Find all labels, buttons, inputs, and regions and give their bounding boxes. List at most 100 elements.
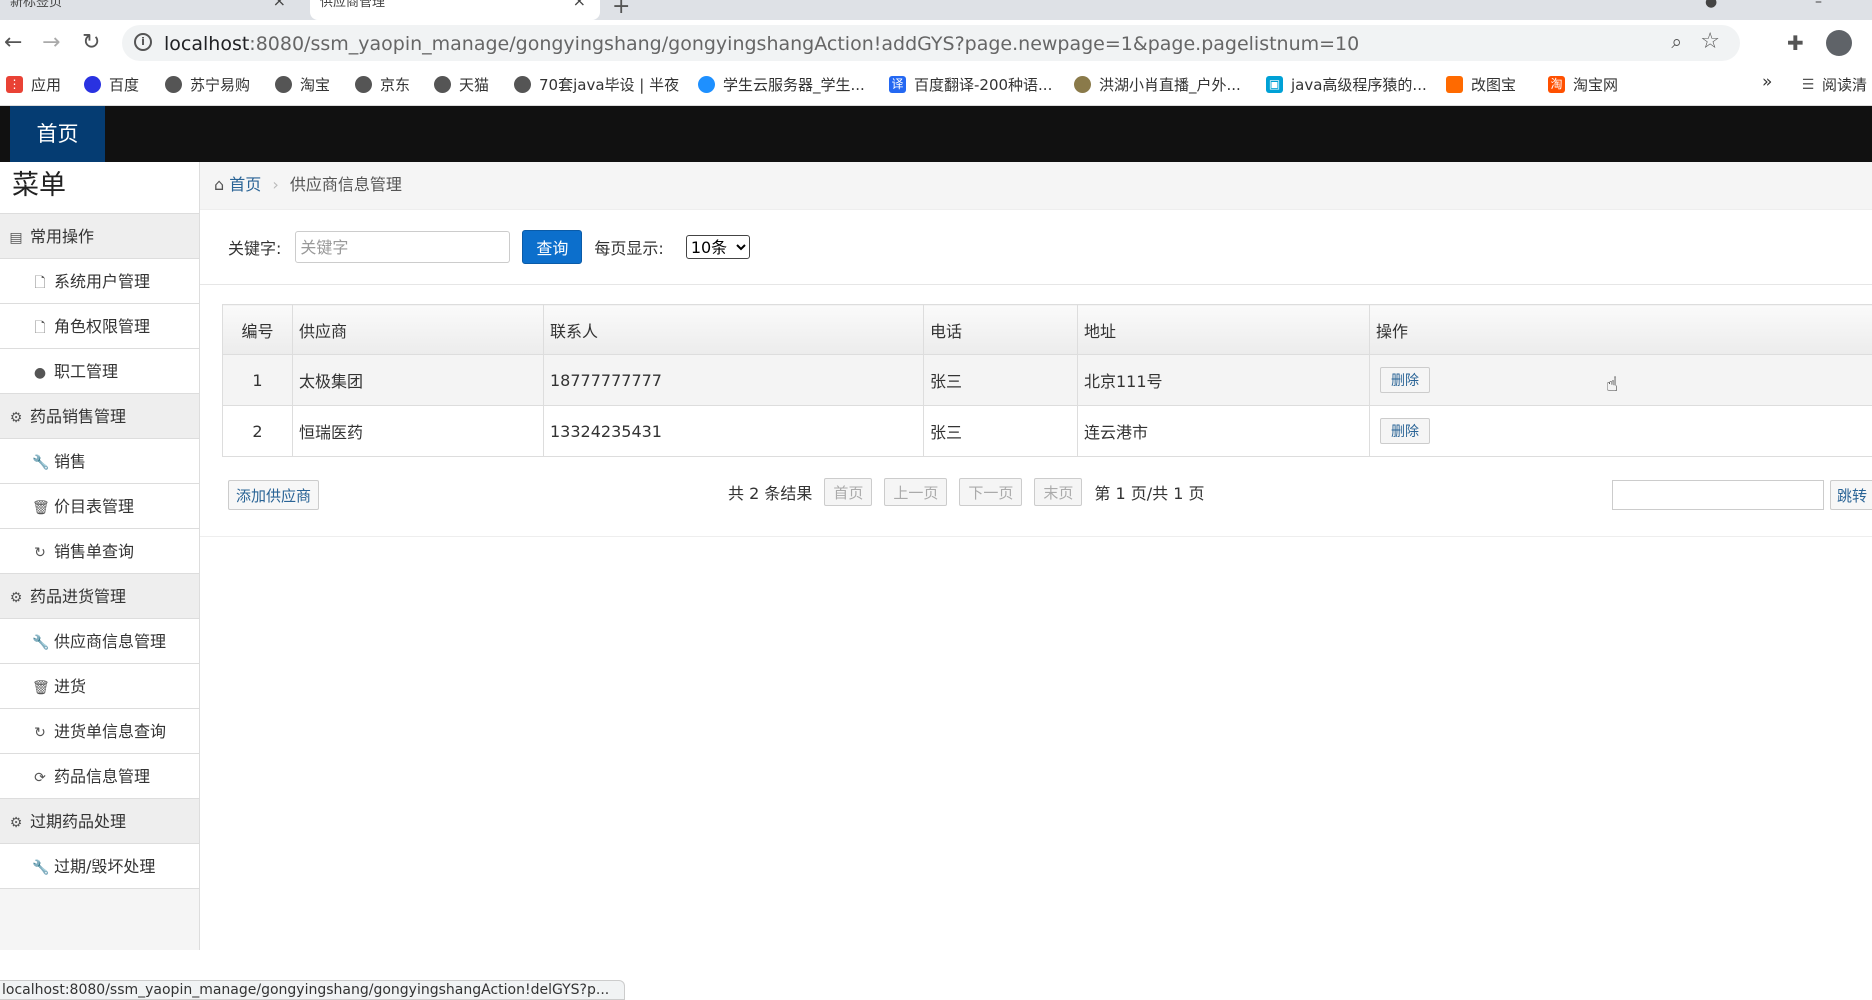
delete-button[interactable]: 删除 xyxy=(1380,367,1430,393)
sidebar-item-supplier-info[interactable]: 🔧 供应商信息管理 xyxy=(0,619,199,664)
browser-toolbar: ← → ↻ i localhost:8080/ssm_yaopin_manage… xyxy=(0,20,1872,66)
nav-home-tab[interactable]: 首页 xyxy=(10,106,105,162)
sidebar-item-system-users[interactable]: 🗋 系统用户管理 xyxy=(0,259,199,304)
back-icon[interactable]: ← xyxy=(4,30,22,55)
col-header-phone: 电话 xyxy=(923,304,1078,355)
address-url[interactable]: localhost:8080/ssm_yaopin_manage/gongyin… xyxy=(164,33,1359,55)
reading-list-icon: ☰ xyxy=(1801,76,1815,93)
sidebar-item-purchase[interactable]: 🗑 进货 xyxy=(0,664,199,709)
profile-avatar[interactable] xyxy=(1826,30,1852,56)
bookmark-baidu[interactable]: 百度 xyxy=(84,74,139,95)
bookmark-taobaowang[interactable]: 淘淘宝网 xyxy=(1548,74,1618,95)
new-tab-icon[interactable]: + xyxy=(612,0,630,19)
browser-tab-bar: 新标签页 × 供应商管理 × + ● – xyxy=(0,0,1872,20)
cell-phone: 张三 xyxy=(923,405,1078,457)
bookmarks-bar: ⋮ 应用 百度 苏宁易购 淘宝 京东 天猫 70套java毕设 | 半夜 学生云服… xyxy=(0,66,1872,106)
bookmark-apps[interactable]: ⋮ 应用 xyxy=(6,74,61,95)
retweet-icon: ⟳ xyxy=(34,770,46,786)
account-icon[interactable]: ● xyxy=(1705,0,1717,10)
close-icon[interactable]: × xyxy=(573,0,586,9)
reading-list[interactable]: ☰ 阅读清 xyxy=(1800,74,1867,95)
col-header-address: 地址 xyxy=(1077,304,1370,355)
file-icon: 🗋 xyxy=(34,275,46,291)
table-row: 2 恒瑞医药 13324235431 张三 连云港市 删除 xyxy=(222,405,1872,457)
wrench-icon: 🔧 xyxy=(32,455,50,471)
per-page-select[interactable]: 10条 xyxy=(685,235,750,259)
list-icon: ▤ xyxy=(9,230,23,246)
bookmarks-more-icon[interactable]: » xyxy=(1762,72,1772,92)
address-bar[interactable]: i localhost:8080/ssm_yaopin_manage/gongy… xyxy=(122,25,1740,61)
sidebar-item-role-permissions[interactable]: 🗋 角色权限管理 xyxy=(0,304,199,349)
info-icon[interactable]: i xyxy=(134,33,152,51)
jump-page-input[interactable] xyxy=(1612,480,1824,510)
next-page-button[interactable]: 下一页 xyxy=(959,478,1023,506)
bookmark-star-icon[interactable]: ☆ xyxy=(1700,29,1720,54)
col-header-actions: 操作 xyxy=(1369,304,1872,355)
delete-button[interactable]: 删除 xyxy=(1380,418,1430,444)
minimize-icon[interactable]: – xyxy=(1815,0,1822,10)
cell-phone: 张三 xyxy=(923,354,1078,406)
col-header-supplier: 供应商 xyxy=(292,304,544,355)
sidebar-group-common[interactable]: ▤ 常用操作 xyxy=(0,214,199,259)
bookmark-java[interactable]: 70套java毕设 | 半夜 xyxy=(514,74,679,95)
sidebar-item-expired-damaged[interactable]: 🔧 过期/毁坏处理 xyxy=(0,844,199,889)
sidebar-item-drug-info[interactable]: ⟳ 药品信息管理 xyxy=(0,754,199,799)
divider xyxy=(200,284,1872,285)
breadcrumb-current: 供应商信息管理 xyxy=(289,175,402,194)
sidebar-item-sale[interactable]: 🔧 销售 xyxy=(0,439,199,484)
sidebar-item-purchase-query[interactable]: ↻ 进货单信息查询 xyxy=(0,709,199,754)
bookmark-tmall[interactable]: 天猫 xyxy=(434,74,489,95)
main-content: ⌂ 首页 › 供应商信息管理 关键字: 查询 每页显示: 10条 编号 供应商 … xyxy=(200,162,1872,950)
jump-button[interactable]: 跳转 xyxy=(1830,480,1872,510)
sidebar-item-price-list[interactable]: 🗑 价目表管理 xyxy=(0,484,199,529)
bookmark-taobao[interactable]: 淘宝 xyxy=(275,74,330,95)
bookmark-cloud[interactable]: 学生云服务器_学生... xyxy=(698,74,865,95)
last-page-button[interactable]: 末页 xyxy=(1034,478,1083,506)
add-supplier-button[interactable]: 添加供应商 xyxy=(228,480,320,510)
sidebar-group-purchase[interactable]: ⚙ 药品进货管理 xyxy=(0,574,199,619)
bookmark-fanyi[interactable]: 译百度翻译-200种语... xyxy=(889,74,1052,95)
pagination: 共 2 条结果 首页 上一页 下一页 末页 第 1 页/共 1 页 xyxy=(728,478,1205,506)
cell-supplier: 恒瑞医药 xyxy=(292,405,544,457)
refresh-icon: ↻ xyxy=(34,725,46,741)
prev-page-button[interactable]: 上一页 xyxy=(884,478,948,506)
sidebar-group-sales[interactable]: ⚙ 药品销售管理 xyxy=(0,394,199,439)
browser-tab-supplier[interactable]: 供应商管理 × xyxy=(310,0,600,20)
sidebar-item-sales-query[interactable]: ↻ 销售单查询 xyxy=(0,529,199,574)
app-header: 首页 xyxy=(0,106,1872,162)
sidebar-item-staff[interactable]: ● 职工管理 xyxy=(0,349,199,394)
bookmark-gaitubao[interactable]: 改图宝 xyxy=(1446,74,1516,95)
wrench-icon: 🔧 xyxy=(32,860,50,876)
reload-icon[interactable]: ↻ xyxy=(82,30,100,55)
tab-title: 新标签页 xyxy=(10,0,63,10)
sidebar-group-expired[interactable]: ⚙ 过期药品处理 xyxy=(0,799,199,844)
trash-icon: 🗑 xyxy=(32,500,50,516)
bookmark-bilibili[interactable]: ▣ java高级程序猿的... xyxy=(1266,74,1427,95)
bookmark-suning[interactable]: 苏宁易购 xyxy=(165,74,250,95)
bookmark-jd[interactable]: 京东 xyxy=(355,74,410,95)
first-page-button[interactable]: 首页 xyxy=(824,478,873,506)
breadcrumb: ⌂ 首页 › 供应商信息管理 xyxy=(200,162,1872,210)
close-icon[interactable]: × xyxy=(273,0,286,9)
breadcrumb-home[interactable]: 首页 xyxy=(229,175,261,194)
table-header-row: 编号 供应商 联系人 电话 地址 操作 xyxy=(222,304,1872,355)
forward-icon[interactable]: → xyxy=(42,30,60,55)
cell-id: 2 xyxy=(222,405,293,457)
wrench-icon: 🔧 xyxy=(32,635,50,651)
bookmark-live[interactable]: 洪湖小肖直播_户外... xyxy=(1074,74,1241,95)
cell-contact: 13324235431 xyxy=(543,405,924,457)
table-row: 1 太极集团 18777777777 张三 北京111号 删除 xyxy=(222,354,1872,406)
col-header-contact: 联系人 xyxy=(543,304,924,355)
browser-tab-new[interactable]: 新标签页 × xyxy=(0,0,300,20)
zoom-icon[interactable]: ⌕ xyxy=(1671,31,1682,53)
keyword-input[interactable] xyxy=(295,231,511,263)
per-page-label: 每页显示: xyxy=(594,239,664,258)
mouse-cursor-icon: ☝ xyxy=(1606,372,1619,396)
keyword-label: 关键字: xyxy=(228,239,282,258)
col-header-id: 编号 xyxy=(222,304,293,355)
cell-address: 连云港市 xyxy=(1077,405,1370,457)
query-button[interactable]: 查询 xyxy=(522,230,583,264)
extensions-icon[interactable]: ✚ xyxy=(1787,31,1804,55)
browser-status-bar: localhost:8080/ssm_yaopin_manage/gongyin… xyxy=(0,980,625,1000)
cell-contact: 18777777777 xyxy=(543,354,924,406)
